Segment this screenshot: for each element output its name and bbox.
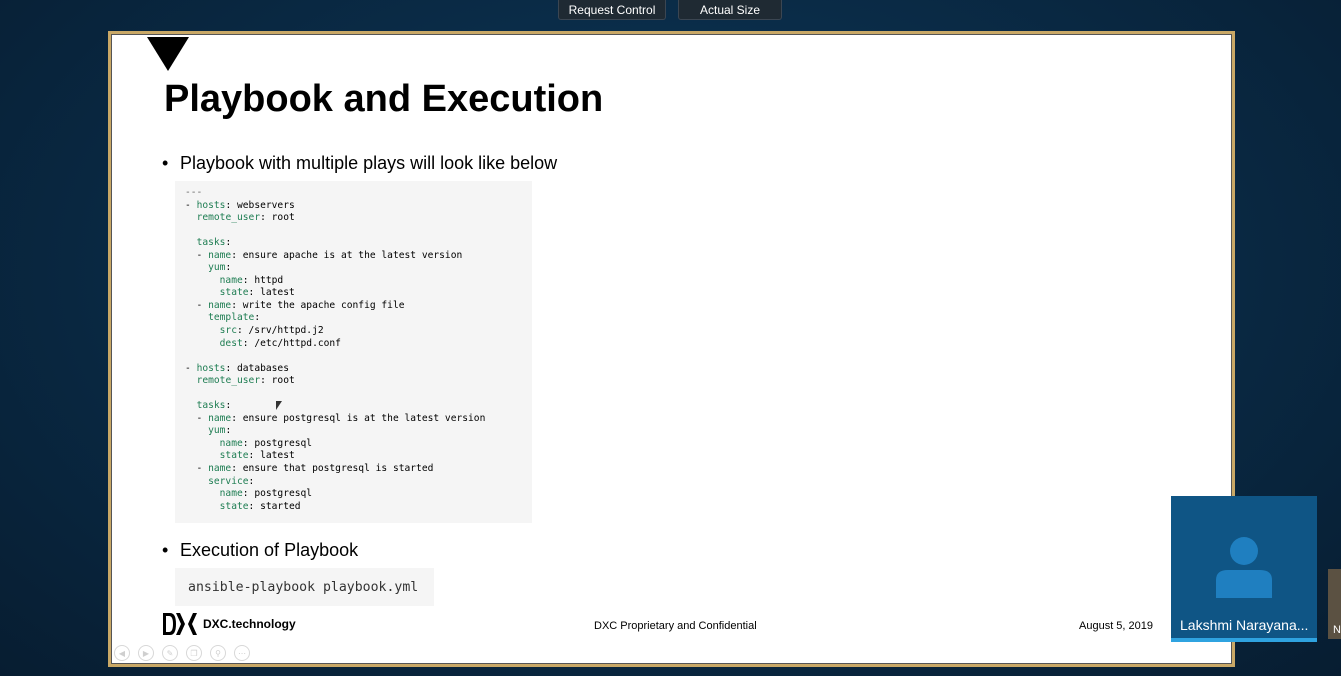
dxc-logo-icon [163, 613, 197, 635]
pen-icon[interactable]: ✎ [162, 645, 178, 661]
next-icon[interactable]: ▶ [138, 645, 154, 661]
copy-icon[interactable]: ❐ [186, 645, 202, 661]
footer-confidential: DXC Proprietary and Confidential [594, 620, 757, 632]
participant-name: N [1333, 624, 1341, 636]
participant-video-tile[interactable]: Lakshmi Narayana... [1171, 496, 1317, 642]
command-block: ansible-playbook playbook.yml [175, 568, 434, 606]
bullet-text: Execution of Playbook [180, 540, 359, 560]
code-line: yum: [208, 262, 232, 274]
code-line: src: /srv/httpd.j2 [219, 325, 324, 337]
bullet-item: • Playbook with multiple plays will look… [162, 153, 557, 174]
code-line: - name: write the apache config file [185, 299, 405, 311]
code-line: state: latest [219, 450, 295, 462]
code-line: template: [208, 312, 261, 324]
bullet-dot: • [162, 153, 169, 173]
code-line: - name: ensure that postgresql is starte… [185, 463, 434, 475]
mouse-cursor-icon [276, 401, 282, 410]
code-line: service: [208, 475, 255, 487]
code-line: --- [185, 187, 203, 198]
code-line: remote_user: root [196, 375, 295, 387]
participant-video-tile-partial[interactable]: N [1328, 569, 1341, 639]
shared-screen: Playbook and Execution • Playbook with m… [108, 31, 1235, 667]
bullet-dot: • [162, 540, 169, 560]
footer-date: August 5, 2019 [1079, 620, 1154, 632]
code-line: name: httpd [219, 274, 284, 286]
code-line: name: postgresql [219, 488, 313, 500]
code-line: remote_user: root [196, 212, 295, 224]
slide-title: Playbook and Execution [164, 78, 604, 120]
code-line: - hosts: webservers [185, 199, 295, 211]
code-line: tasks: [196, 400, 232, 412]
bullet-text: Playbook with multiple plays will look l… [180, 153, 558, 173]
request-control-button[interactable]: Request Control [558, 0, 666, 20]
code-block: --- - hosts: webservers remote_user: root… [175, 181, 532, 523]
code-line: yum: [208, 425, 232, 437]
slide-triangle-decoration [147, 37, 189, 71]
code-line: dest: /etc/httpd.conf [219, 337, 341, 349]
code-line: - name: ensure apache is at the latest v… [185, 249, 463, 261]
prev-icon[interactable]: ◀ [114, 645, 130, 661]
dxc-logo: DXC.technology [163, 613, 296, 635]
slide-controls: ◀ ▶ ✎ ❐ ⚲ ⋯ [114, 645, 250, 661]
logo-text: DXC.technology [203, 617, 296, 631]
bullet-item: • Execution of Playbook [162, 540, 358, 561]
person-avatar-icon [1216, 537, 1272, 598]
more-icon[interactable]: ⋯ [234, 645, 250, 661]
code-line: state: started [219, 500, 301, 512]
participant-name: Lakshmi Narayana... [1180, 617, 1309, 633]
code-line: - hosts: databases [185, 362, 289, 374]
slide: Playbook and Execution • Playbook with m… [111, 34, 1232, 664]
code-line: state: latest [219, 287, 295, 299]
code-line: tasks: [196, 237, 232, 249]
code-line: name: postgresql [219, 437, 313, 449]
actual-size-button[interactable]: Actual Size [678, 0, 782, 20]
zoom-icon[interactable]: ⚲ [210, 645, 226, 661]
code-line: - name: ensure postgresql is at the late… [185, 412, 486, 424]
